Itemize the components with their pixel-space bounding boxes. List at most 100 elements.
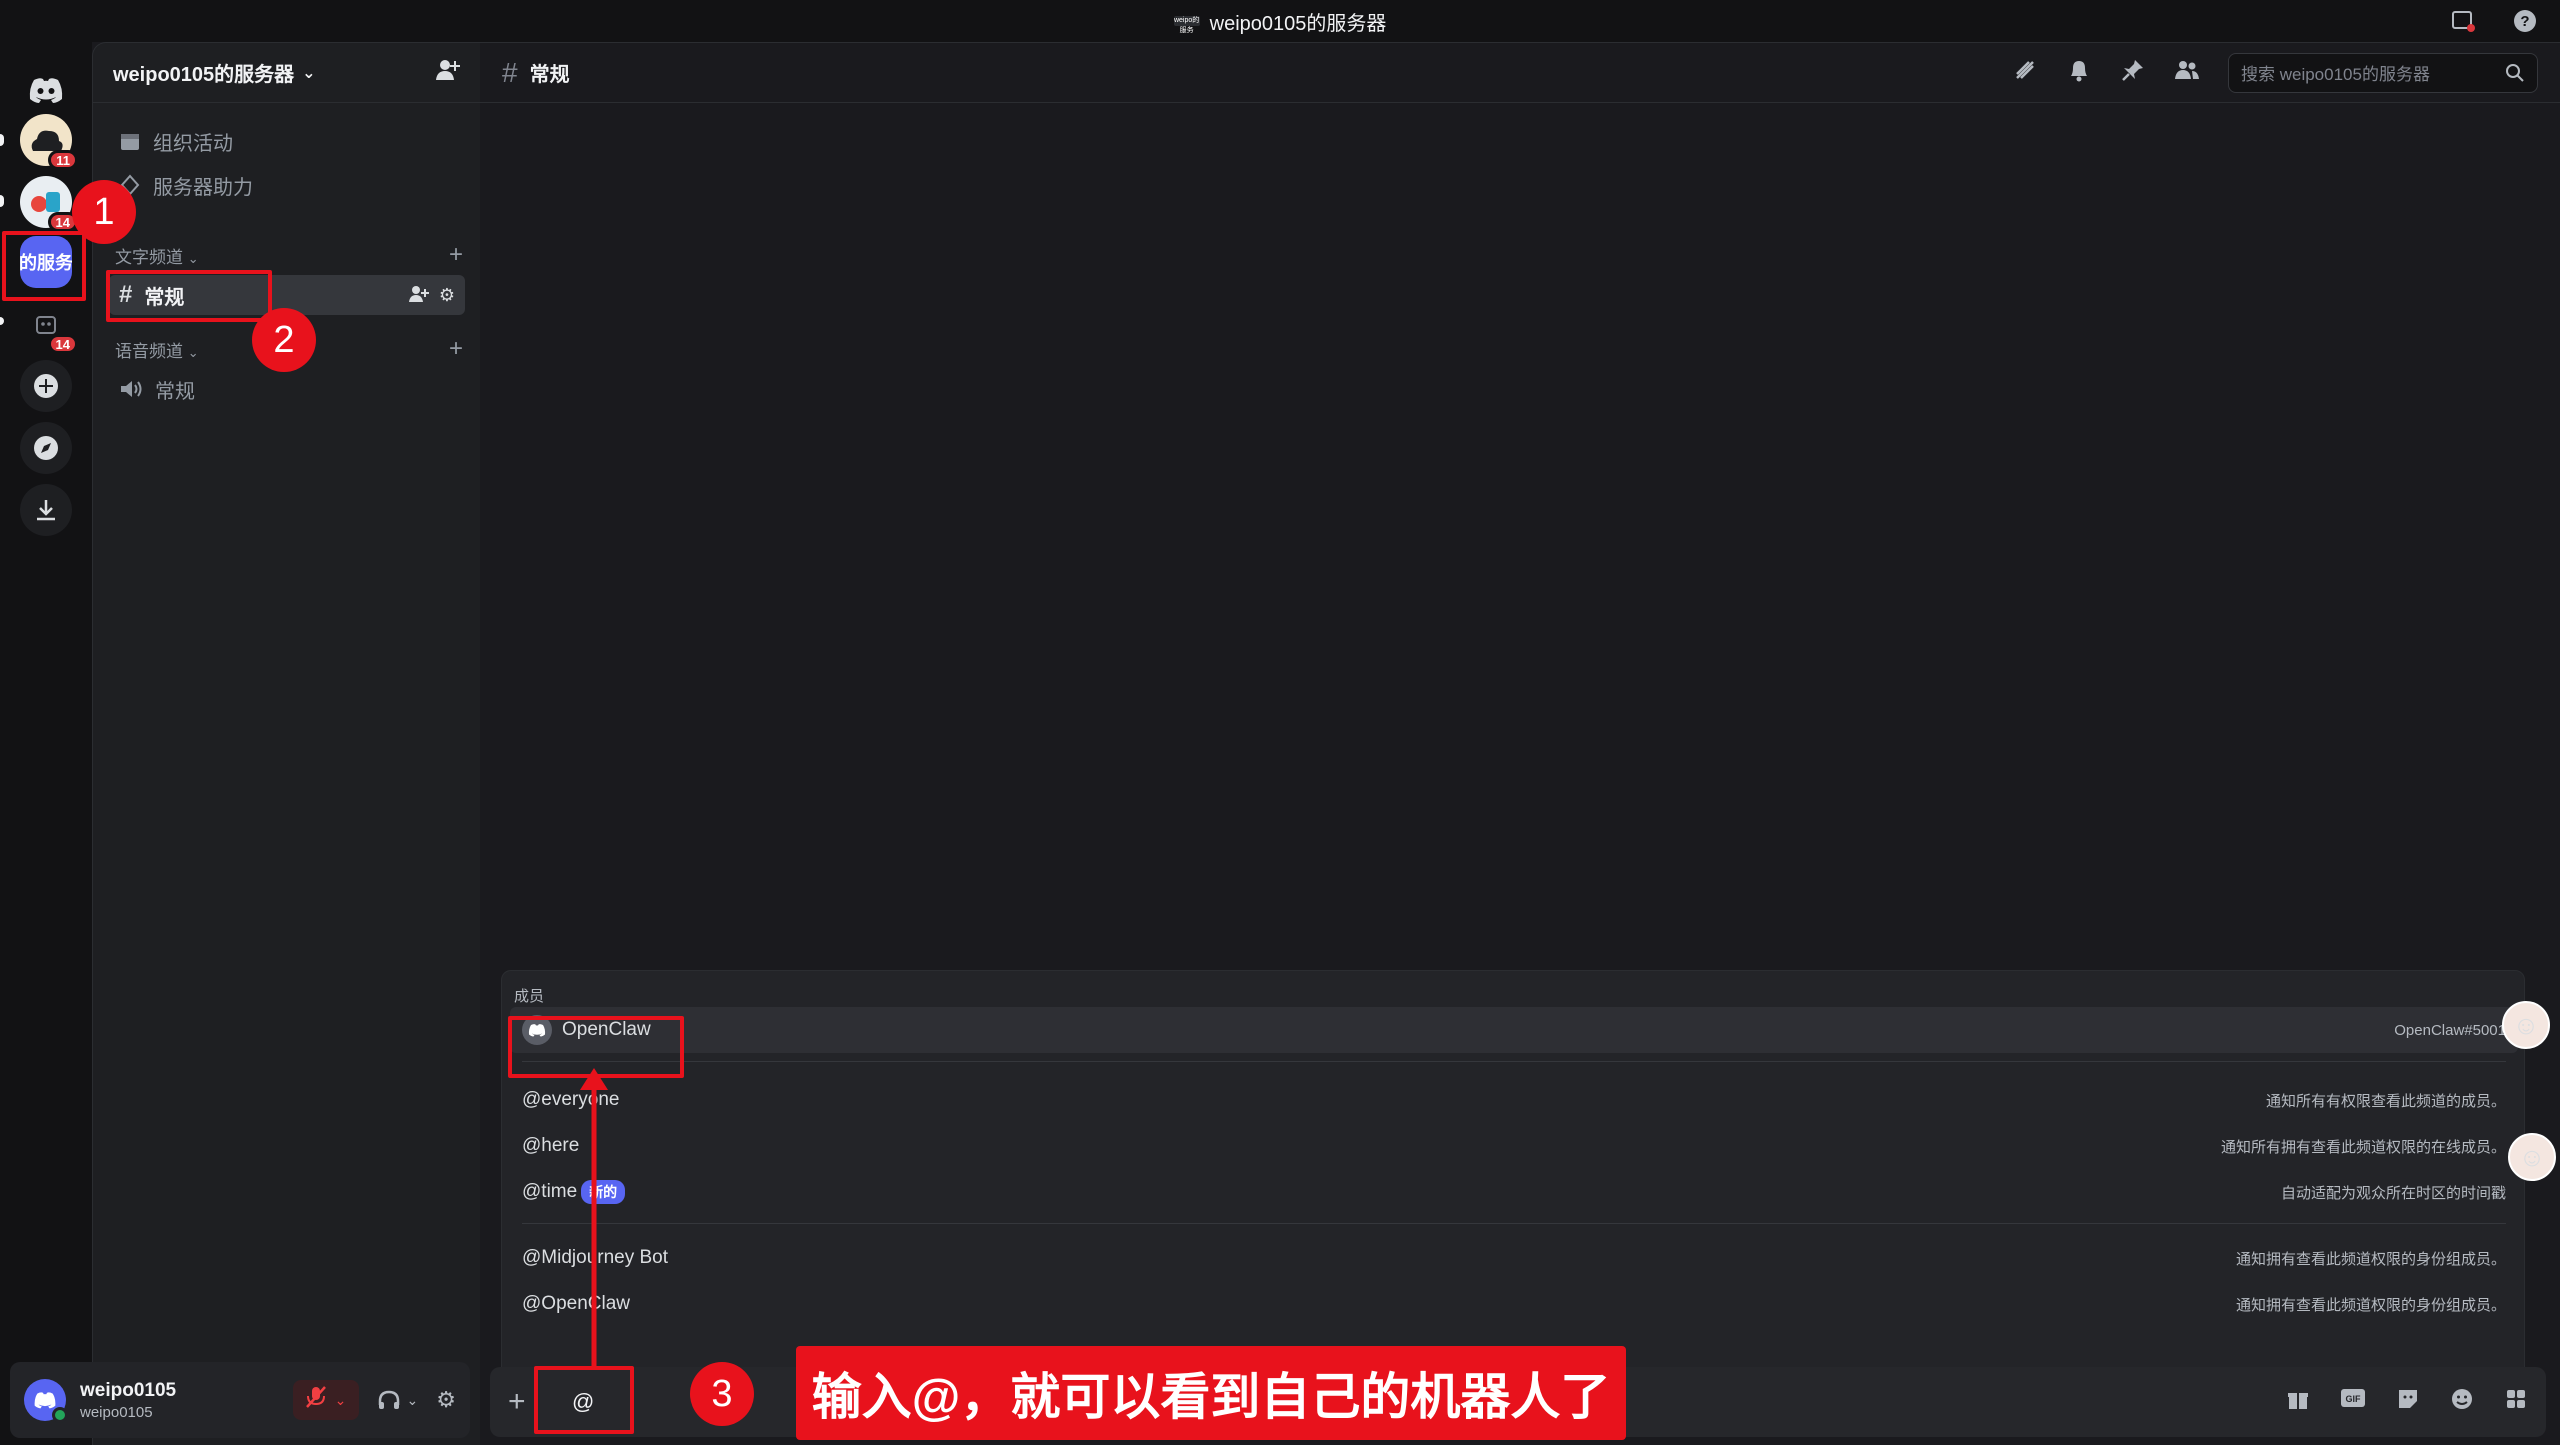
search-icon [2506, 63, 2524, 82]
title-bar: weipo的服务 weipo0105的服务器 ? [0, 0, 2560, 42]
speaker-icon [121, 381, 142, 397]
autocomplete-here[interactable]: @here 通知所有拥有查看此频道权限的在线成员。 [510, 1123, 2518, 1169]
server-name-text: weipo0105的服务器 [113, 64, 295, 86]
annotation-callout: 输入@，就可以看到自己的机器人了 [796, 1346, 1626, 1440]
face-icon: ☺ [2518, 1141, 2546, 1172]
floating-avatar[interactable]: ☺ [2502, 1001, 2550, 1049]
boost-label: 服务器助力 [153, 176, 253, 199]
chevron-down-icon: ⌄ [302, 64, 316, 82]
category-label: 文字频道 [115, 247, 183, 267]
discord-logo-icon [34, 1392, 56, 1409]
plus-circle-icon [34, 374, 58, 398]
sticker-icon[interactable] [2396, 1387, 2420, 1417]
search-placeholder: 搜索 weipo0105的服务器 [2241, 65, 2430, 84]
mention-badge: 11 [48, 150, 78, 170]
sidebar-item-boost[interactable]: 服务器助力 [109, 165, 465, 205]
header-toolbar: 搜索 weipo0105的服务器 [2012, 52, 2538, 93]
mention-label: @time [522, 1181, 578, 1202]
annotation-box-input [534, 1366, 634, 1434]
server-header[interactable]: weipo0105的服务器 ⌄ [93, 43, 481, 103]
inbox-icon[interactable] [2448, 6, 2478, 36]
server-icon-2[interactable]: 14 [20, 176, 78, 232]
mute-button[interactable]: ⌄ [292, 1380, 359, 1420]
channel-voice-general[interactable]: 常规 [109, 369, 465, 409]
user-settings-gear-icon[interactable]: ⚙ [436, 1387, 456, 1413]
channel-label: 常规 [155, 380, 195, 403]
channel-sidebar: weipo0105的服务器 ⌄ 组织活动 服务器助力 文字频道 ⌄ + # 常规… [92, 42, 481, 1445]
hash-icon: # [502, 56, 518, 88]
server-icon-4[interactable]: 14 [20, 298, 78, 354]
avatar[interactable] [24, 1379, 68, 1423]
window-title-text: weipo0105的服务器 [1209, 12, 1387, 35]
deafen-button[interactable]: ⌄ [377, 1389, 419, 1411]
channel-header: # 常规 搜索 weipo0105的服务器 [480, 43, 2560, 103]
create-channel-icon[interactable]: + [449, 241, 463, 269]
invite-people-icon[interactable] [435, 58, 461, 87]
channel-title: 常规 [529, 64, 570, 86]
emoji-icon[interactable] [2450, 1387, 2474, 1417]
user-panel: weipo0105 weipo0105 ⌄ ⌄ ⚙ [10, 1362, 470, 1438]
autocomplete-everyone[interactable]: @everyone 通知所有有权限查看此频道的成员。 [510, 1077, 2518, 1123]
server-mini-logo: weipo的服务 [1173, 16, 1200, 34]
headphones-icon [378, 1390, 399, 1409]
gif-icon[interactable]: GIF [2340, 1387, 2366, 1417]
discord-app: weipo的服务 weipo0105的服务器 ? 11 14 的服务 14 we… [0, 0, 2560, 1445]
channel-actions: ⚙ [408, 285, 455, 306]
server-icon-1[interactable]: 11 [20, 114, 78, 170]
home-button[interactable] [20, 64, 72, 116]
annotation-step-3: 3 [690, 1362, 754, 1426]
apps-icon[interactable] [2504, 1387, 2528, 1417]
annotation-box-channel [106, 270, 272, 322]
display-name: weipo0105 [80, 1379, 177, 1401]
mention-desc: 自动适配为观众所在时区的时间戳 [2280, 1184, 2506, 1202]
mention-desc: 通知所有有权限查看此频道的成员。 [2265, 1092, 2506, 1110]
autocomplete-role-midjourney[interactable]: @Midjourney Bot 通知拥有查看此频道权限的身份组成员。 [510, 1235, 2518, 1281]
member-list-icon[interactable] [2174, 59, 2200, 87]
server-name[interactable]: weipo0105的服务器 ⌄ [113, 58, 316, 87]
gear-icon[interactable]: ⚙ [439, 285, 455, 306]
invite-icon[interactable] [408, 285, 429, 303]
face-icon: ☺ [2512, 1009, 2540, 1040]
username: weipo0105 [80, 1403, 153, 1421]
autocomplete-divider [522, 1061, 2506, 1062]
autocomplete-time[interactable]: @time 新的 自动适配为观众所在时区的时间戳 [510, 1169, 2518, 1215]
floating-avatar[interactable]: ☺ [2508, 1133, 2556, 1181]
mention-autocomplete: 成员 OpenClaw OpenClaw#5001 @everyone 通知所有… [501, 970, 2525, 1390]
download-button[interactable] [20, 484, 72, 536]
sidebar-item-events[interactable]: 组织活动 [109, 121, 465, 161]
category-text-channels[interactable]: 文字频道 ⌄ + [111, 241, 467, 269]
chevron-down-icon: ⌄ [334, 1391, 347, 1408]
annotation-arrow [580, 1068, 608, 1370]
chevron-down-icon: ⌄ [406, 1391, 419, 1408]
events-label: 组织活动 [153, 132, 233, 155]
mention-label: @here [522, 1135, 580, 1156]
titlebar-actions: ? [2448, 6, 2540, 36]
unread-pip [0, 195, 4, 207]
add-server-button[interactable] [20, 360, 72, 412]
category-label: 语音频道 [115, 341, 183, 361]
help-icon[interactable]: ? [2510, 6, 2540, 36]
calendar-icon [121, 134, 139, 150]
create-channel-icon[interactable]: + [449, 335, 463, 363]
gift-icon[interactable] [2286, 1387, 2310, 1417]
autocomplete-role-openclaw[interactable]: @OpenClaw 通知拥有查看此频道权限的身份组成员。 [510, 1281, 2518, 1327]
autocomplete-member-openclaw[interactable]: OpenClaw OpenClaw#5001 [510, 1007, 2518, 1053]
search-input[interactable]: 搜索 weipo0105的服务器 [2228, 52, 2538, 93]
explore-button[interactable] [20, 422, 72, 474]
mention-desc: 通知拥有查看此频道权限的身份组成员。 [2235, 1250, 2506, 1268]
unread-pip [0, 317, 4, 325]
pin-icon[interactable] [2120, 58, 2146, 88]
chevron-down-icon: ⌄ [187, 344, 199, 360]
unread-pip [0, 134, 4, 146]
threads-icon[interactable] [2012, 58, 2038, 88]
mention-desc: 通知所有拥有查看此频道权限的在线成员。 [2220, 1138, 2506, 1156]
autocomplete-section-title: 成员 [514, 988, 545, 1005]
mention-badge: 14 [47, 334, 78, 354]
user-info[interactable]: weipo0105 weipo0105 [80, 1380, 176, 1421]
svg-text:GIF: GIF [2346, 1394, 2362, 1404]
compass-icon [34, 436, 58, 460]
member-tag: OpenClaw#5001 [2394, 1021, 2506, 1039]
voice-controls: ⌄ ⌄ ⚙ [292, 1380, 456, 1420]
notification-bell-icon[interactable] [2066, 58, 2092, 88]
discord-logo-icon [29, 78, 63, 103]
